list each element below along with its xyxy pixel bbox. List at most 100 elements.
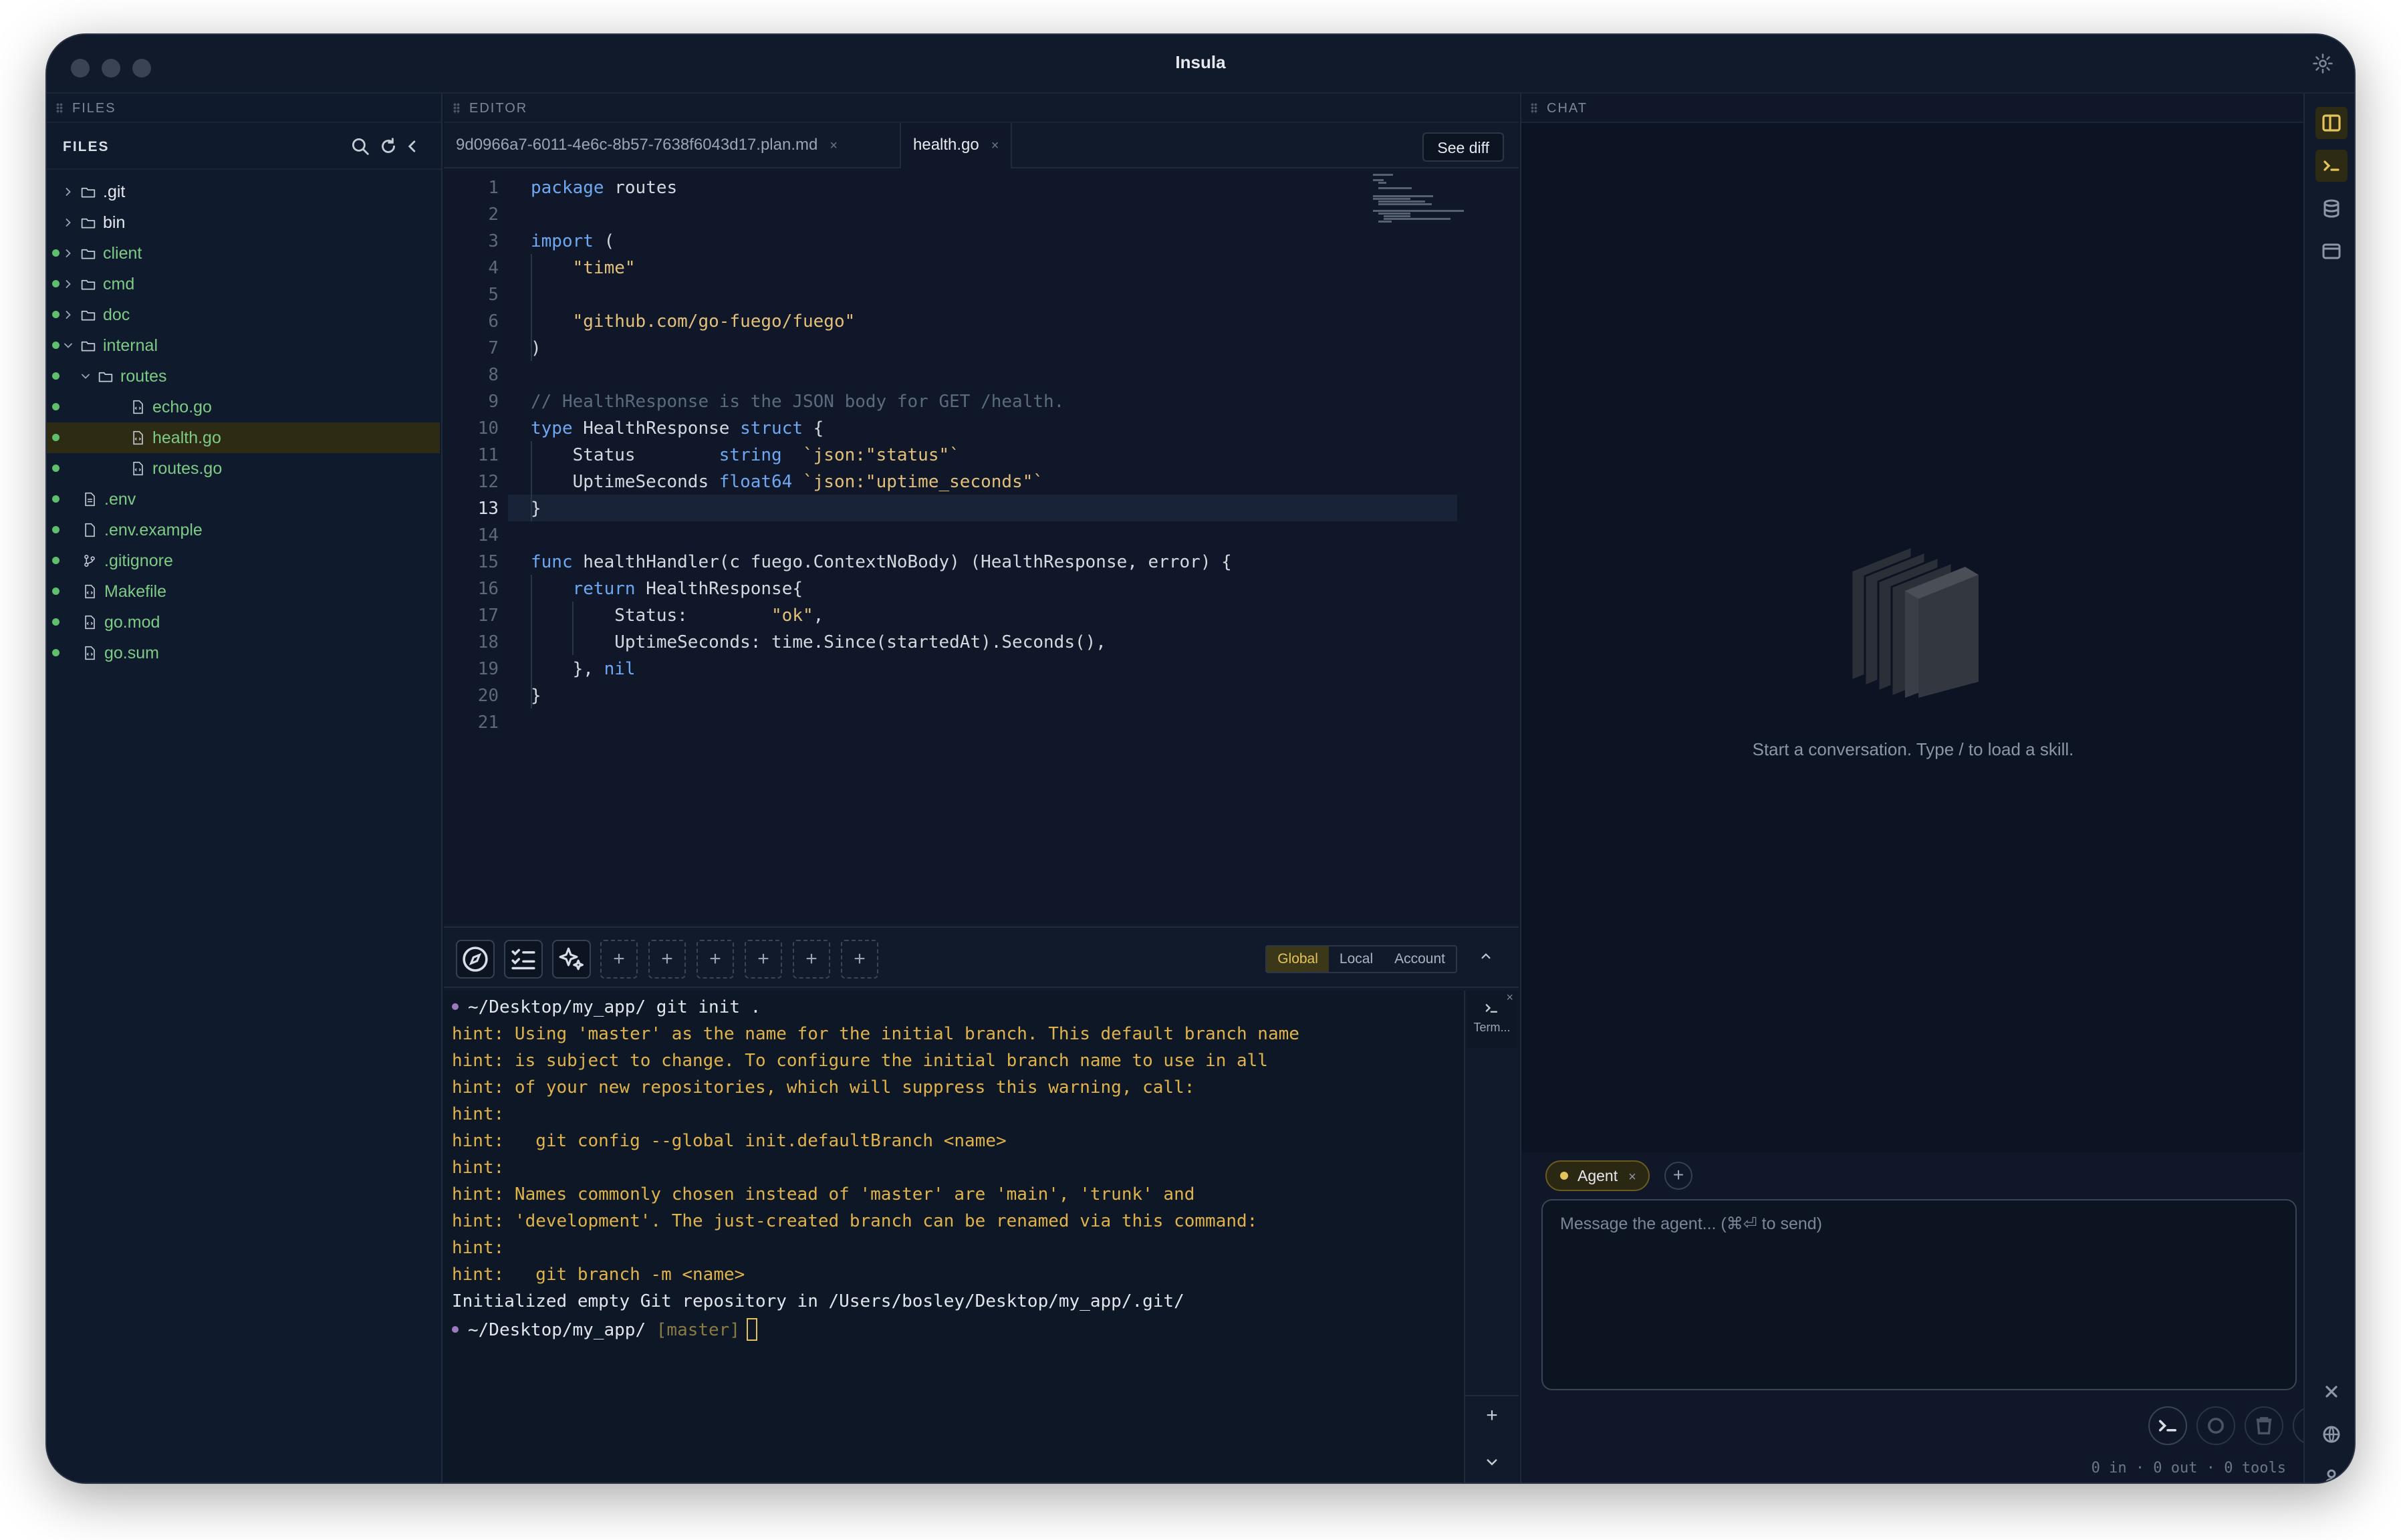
- sidebar-layout-icon: [2322, 114, 2341, 132]
- tree-item-label: internal: [103, 336, 158, 355]
- clear-button[interactable]: [2245, 1406, 2283, 1445]
- code-line: type HealthResponse struct {: [531, 418, 824, 438]
- title-bar: Insula: [47, 35, 2354, 94]
- tree-folder[interactable]: routes: [47, 361, 440, 392]
- chevron-down-icon[interactable]: [1482, 1452, 1502, 1472]
- modified-dot: [52, 465, 59, 472]
- chevron-up-icon[interactable]: [1477, 948, 1495, 965]
- scope-account[interactable]: Account: [1384, 946, 1456, 972]
- code-file-icon: [133, 430, 143, 445]
- collapse-panel-icon[interactable]: [401, 135, 424, 158]
- code-line: "github.com/go-fuego/fuego": [572, 311, 856, 332]
- tree-folder[interactable]: internal: [47, 330, 440, 361]
- search-icon[interactable]: [349, 135, 372, 158]
- tab-health-go[interactable]: health.go ×: [900, 123, 1013, 168]
- drag-handle-icon[interactable]: [1531, 103, 1537, 114]
- tree-item-label: routes.go: [152, 459, 223, 478]
- tree-folder[interactable]: cmd: [47, 269, 440, 299]
- add-tool-slot-6[interactable]: +: [841, 940, 878, 979]
- stop-button[interactable]: [2196, 1406, 2235, 1445]
- terminal-tab-label: Term...: [1473, 1021, 1511, 1034]
- tree-file[interactable]: go.mod: [47, 607, 440, 638]
- tree-folder[interactable]: .git: [47, 176, 440, 207]
- browser-button[interactable]: [2315, 235, 2348, 267]
- tree-file[interactable]: health.go: [47, 422, 440, 453]
- code-editor[interactable]: 1 package routes 2 3 import (4 "time" 5 6 "git…: [444, 168, 1519, 924]
- see-diff-button[interactable]: See diff: [1422, 132, 1504, 162]
- refresh-icon[interactable]: [377, 135, 400, 158]
- tree-folder[interactable]: bin: [47, 207, 440, 238]
- tree-file[interactable]: go.sum: [47, 638, 440, 668]
- terminal-tab[interactable]: Term... ×: [1467, 991, 1517, 1048]
- tree-file[interactable]: Makefile: [47, 576, 440, 607]
- gear-icon[interactable]: [2311, 52, 2334, 75]
- file-icon: [85, 523, 95, 537]
- add-agent-button[interactable]: +: [1664, 1162, 1692, 1190]
- code-line: func healthHandler(c fuego.ContextNoBody…: [531, 552, 1232, 572]
- line-number: 5: [488, 285, 499, 305]
- add-tool-slot-4[interactable]: +: [745, 940, 782, 979]
- tree-file[interactable]: .env.example: [47, 515, 440, 545]
- close-tab-icon[interactable]: ×: [991, 138, 999, 153]
- chat-panel: CHAT Start a conversation. Type / to loa…: [1520, 94, 2331, 1483]
- tree-file[interactable]: .env: [47, 484, 440, 515]
- sparkle-button[interactable]: [552, 940, 591, 979]
- tree-file[interactable]: routes.go: [47, 453, 440, 484]
- message-input[interactable]: [1559, 1214, 2281, 1235]
- chevron-right-icon[interactable]: [61, 184, 75, 199]
- globe-button[interactable]: [2315, 1418, 2348, 1450]
- editor-panel-header: EDITOR: [444, 94, 1519, 123]
- scope-global[interactable]: Global: [1267, 946, 1329, 972]
- chevron-right-icon[interactable]: [61, 307, 75, 322]
- remove-agent-icon[interactable]: ×: [1628, 1170, 1636, 1184]
- terminal-output[interactable]: ~/Desktop/my_app/ git init . hint: Using …: [444, 991, 1464, 1483]
- account-button[interactable]: [2315, 1461, 2348, 1483]
- scope-local[interactable]: Local: [1329, 946, 1384, 972]
- tree-folder[interactable]: client: [47, 238, 440, 269]
- app-window: Insula FILES FILES .git bin client cmd doc in…: [45, 33, 2356, 1484]
- chevron-right-icon[interactable]: [61, 246, 75, 261]
- compass-button[interactable]: [456, 940, 495, 979]
- tree-folder[interactable]: doc: [47, 299, 440, 330]
- folder-icon: [81, 310, 96, 321]
- checklist-button[interactable]: [504, 940, 543, 979]
- code-file-icon: [133, 461, 143, 476]
- tree-file[interactable]: .gitignore: [47, 545, 440, 576]
- agent-chip[interactable]: Agent ×: [1545, 1160, 1650, 1191]
- modified-dot: [52, 557, 59, 564]
- close-terminal-icon[interactable]: ×: [1506, 991, 1513, 1005]
- code-line: return HealthResponse{: [572, 579, 803, 599]
- line-number: 13: [477, 499, 499, 519]
- terminal-line: hint:: [452, 1104, 505, 1124]
- chevron-right-icon[interactable]: [61, 215, 75, 230]
- add-tool-slot-3[interactable]: +: [697, 940, 734, 979]
- line-number: 12: [477, 472, 499, 492]
- add-tool-slot-1[interactable]: +: [600, 940, 638, 979]
- terminal-toggle-button[interactable]: [2315, 150, 2348, 182]
- terminal-line: hint: git branch -m <name>: [452, 1265, 745, 1285]
- line-number: 1: [488, 178, 499, 198]
- add-tool-slot-5[interactable]: +: [793, 940, 830, 979]
- new-terminal-button[interactable]: +: [1465, 1395, 1519, 1427]
- modified-dot: [52, 311, 59, 318]
- layout-toggle-button[interactable]: [2315, 107, 2348, 139]
- database-icon: [2323, 199, 2340, 218]
- line-number: 18: [477, 632, 499, 652]
- tab-plan-md[interactable]: 9d0966a7-6011-4e6c-8b57-7638f6043d17.pla…: [444, 123, 850, 168]
- tree-file[interactable]: echo.go: [47, 392, 440, 422]
- chevron-down-icon[interactable]: [61, 338, 75, 353]
- terminal-mode-button[interactable]: [2148, 1406, 2187, 1445]
- scope-switcher: Global Local Account: [1265, 945, 1457, 973]
- close-rail-button[interactable]: [2315, 1376, 2348, 1408]
- chevron-down-icon[interactable]: [79, 369, 92, 384]
- app-title: Insula: [1175, 52, 1226, 72]
- drag-handle-icon[interactable]: [453, 103, 460, 114]
- terminal-icon: [1485, 1004, 1498, 1013]
- drag-handle-icon[interactable]: [56, 103, 63, 114]
- globe-icon: [2323, 1426, 2340, 1443]
- add-tool-slot-2[interactable]: +: [648, 940, 686, 979]
- close-tab-icon[interactable]: ×: [830, 138, 838, 153]
- minimap[interactable]: [1373, 172, 1467, 226]
- chevron-right-icon[interactable]: [61, 277, 75, 291]
- database-button[interactable]: [2315, 192, 2348, 225]
